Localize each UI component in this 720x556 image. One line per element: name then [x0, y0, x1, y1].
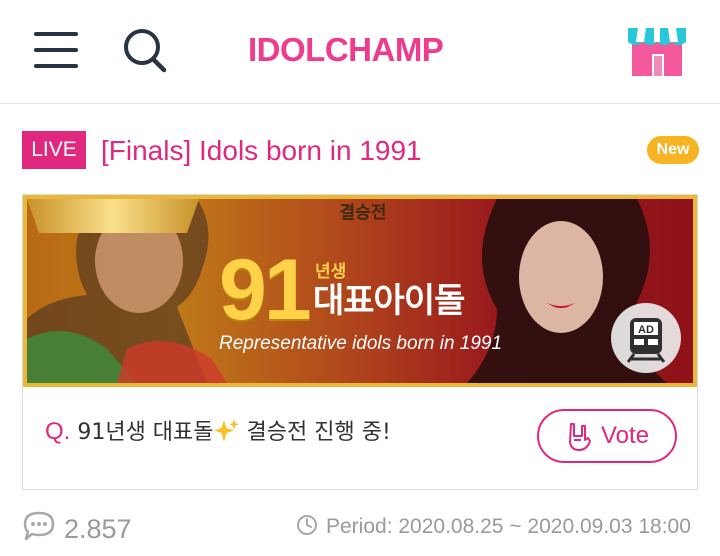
- shop-icon[interactable]: [626, 22, 688, 78]
- menu-bar: [34, 48, 78, 52]
- new-badge: New: [647, 136, 699, 164]
- clock-icon: [297, 515, 317, 535]
- live-badge: LIVE: [22, 131, 86, 169]
- menu-bar: [34, 32, 78, 36]
- question-text-part2: 결승전 진행 중!: [246, 420, 391, 445]
- banner-number: 91: [219, 242, 312, 338]
- vote-period: Period: 2020.08.25 ~ 2020.09.03 18:00: [326, 515, 691, 538]
- hamburger-menu-icon[interactable]: [34, 30, 80, 70]
- ad-subway-icon[interactable]: AD: [611, 303, 681, 373]
- ad-label: AD: [638, 324, 654, 336]
- sparkle-icon: [213, 419, 239, 442]
- vote-banner[interactable]: 결승전 91 년생 대표아이돌 Representative idols bor…: [23, 195, 697, 387]
- rock-hand-icon: [569, 423, 591, 451]
- ribbon-label: 결승전: [339, 203, 387, 223]
- question-prefix: Q.: [45, 418, 71, 445]
- vote-question: Q. 91년생 대표돌 결승전 진행 중!: [45, 417, 391, 448]
- search-icon[interactable]: [120, 26, 170, 74]
- vote-title[interactable]: [Finals] Idols born in 1991: [101, 134, 422, 168]
- banner-subtitle: Representative idols born in 1991: [219, 333, 503, 354]
- vote-button[interactable]: Vote: [537, 409, 677, 463]
- banner-headline: 대표아이돌: [313, 281, 465, 321]
- comment-count: 2.857: [64, 514, 132, 544]
- ribbon-shape: [27, 199, 199, 233]
- question-text-part1: 91년생 대표돌: [77, 420, 214, 445]
- app-logo[interactable]: IDOLCHAMP: [248, 30, 488, 70]
- menu-bar: [34, 64, 78, 68]
- top-header: IDOLCHAMP: [0, 0, 720, 104]
- comment-icon[interactable]: [22, 510, 56, 542]
- vote-button-label: Vote: [601, 422, 650, 449]
- vote-card: 결승전 91 년생 대표아이돌 Representative idols bor…: [22, 194, 698, 490]
